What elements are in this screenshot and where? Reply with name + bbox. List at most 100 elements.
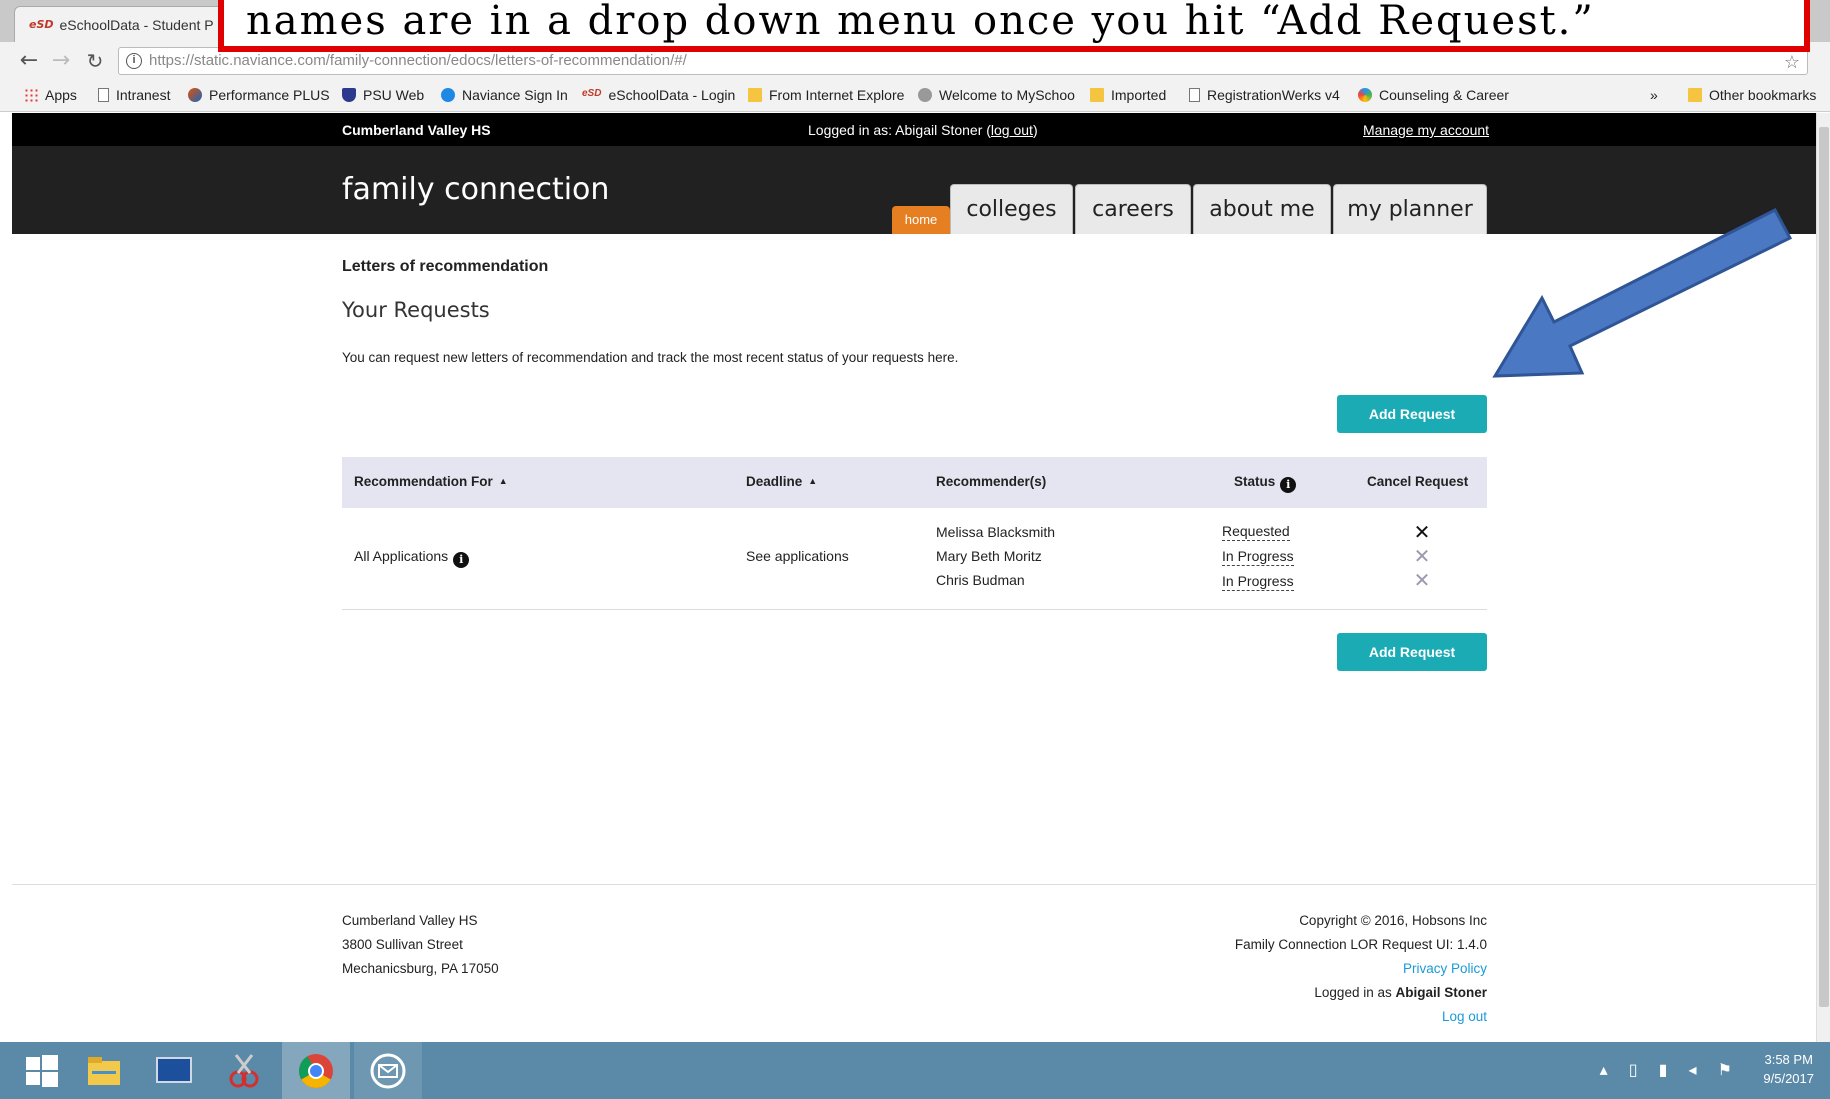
bookmark-label: Naviance Sign In [462,87,568,103]
site-info-icon[interactable]: i [126,53,142,69]
status-badge[interactable]: Requested [1222,523,1290,541]
bookmark-counseling-career[interactable]: Counseling & Career [1358,87,1509,103]
bookmark-label: Intranest [116,87,171,103]
shield-icon [342,88,356,102]
info-icon[interactable]: i [1280,477,1297,493]
footer-logged-user: Abigail Stoner [1395,985,1487,1000]
taskbar-clock[interactable]: 3:58 PM 9/5/2017 [1763,1050,1814,1088]
header-label: Status [1234,474,1276,489]
intro-text: You can request new letters of recommend… [342,350,959,365]
status-badge[interactable]: In Progress [1222,548,1294,566]
bookmark-label: PSU Web [363,87,425,103]
folder-icon [1688,88,1702,102]
bookmark-label: RegistrationWerks v4 [1207,87,1340,103]
annotation-arrow-icon [1492,207,1793,378]
desktop-icon[interactable] [154,1051,194,1091]
privacy-policy-link[interactable]: Privacy Policy [1403,961,1487,976]
add-request-button-bottom[interactable]: Add Request [1337,633,1487,671]
deadline-cell[interactable]: See applications [746,548,849,564]
reload-icon[interactable]: ↻ [82,48,108,74]
bookmarks-bar: Apps Intranest Performance PLUS PSU Web … [0,80,1830,112]
log-out-link[interactable]: log out [991,122,1033,138]
folder-icon [748,88,762,102]
bookmark-imported[interactable]: Imported [1090,87,1166,103]
bookmark-apps[interactable]: Apps [24,87,77,103]
swirl-icon [1358,88,1372,102]
bookmark-other[interactable]: Other bookmarks [1688,87,1816,103]
system-tray-icons[interactable]: ▴ ▯ ▮ ◂ ⚑ [1600,1060,1740,1079]
bookmark-label: Imported [1111,87,1167,103]
file-explorer-icon[interactable] [84,1051,124,1091]
copyright-text: Copyright © 2016, Hobsons Inc [1299,913,1487,928]
column-header-recommendation-for[interactable]: Recommendation For ▲ [354,474,508,489]
manage-account-link[interactable]: Manage my account [1363,122,1489,138]
tab-careers[interactable]: careers [1075,184,1191,234]
column-header-cancel-request: Cancel Request [1367,474,1469,489]
scrollbar-thumb[interactable] [1819,127,1829,1007]
esd-icon: eSD [582,88,602,99]
tab-about-me[interactable]: about me [1193,184,1331,234]
bookmark-label: Counseling & Career [1379,87,1509,103]
status-badge[interactable]: In Progress [1222,573,1294,591]
cancel-request-icon[interactable]: ✕ [1412,544,1432,568]
logged-in-suffix: ) [1032,122,1038,138]
recommendation-for-cell: All Applications i [354,548,470,568]
windows-taskbar: ▴ ▯ ▮ ◂ ⚑ 3:58 PM 9/5/2017 [0,1042,1830,1099]
cancel-request-icon[interactable]: ✕ [1412,568,1432,592]
add-request-button[interactable]: Add Request [1337,395,1487,433]
recommender-name: Mary Beth Moritz [936,548,1042,564]
footer-address-line: Cumberland Valley HS [342,913,478,928]
apps-grid-icon [24,88,38,102]
column-header-deadline[interactable]: Deadline ▲ [746,474,817,489]
bookmark-from-internet-explorer[interactable]: From Internet Explore [748,87,904,103]
bookmarks-overflow-button[interactable]: » [1650,87,1658,103]
footer-logout-link[interactable]: Log out [1442,1009,1487,1024]
tab-my-planner[interactable]: my planner [1333,184,1487,234]
chrome-icon[interactable] [296,1051,336,1091]
clock-date: 9/5/2017 [1763,1071,1814,1086]
bookmark-eschooldata-login[interactable]: eSD eSchoolData - Login [582,87,735,103]
bookmark-performance-plus[interactable]: Performance PLUS [188,87,330,103]
vertical-scrollbar[interactable] [1816,113,1830,1042]
page-icon [98,88,109,102]
bookmark-label: eSchoolData - Login [608,87,736,103]
cancel-request-icon[interactable]: ✕ [1412,520,1432,544]
sort-up-icon: ▲ [808,476,818,486]
gear-icon [918,88,932,102]
globe-icon [188,88,202,102]
breadcrumb: Letters of recommendation [342,258,549,275]
folder-icon [1090,88,1104,102]
naviance-icon [441,88,455,102]
bookmark-naviance-sign-in[interactable]: Naviance Sign In [441,87,568,103]
info-icon[interactable]: i [453,552,470,568]
column-header-recommenders: Recommender(s) [936,474,1047,489]
mail-icon[interactable] [368,1051,408,1091]
top-utility-bar: Cumberland Valley HS Logged in as: Abiga… [12,113,1816,146]
windows-start-icon[interactable] [22,1051,62,1091]
bookmark-label: Other bookmarks [1709,87,1817,103]
snipping-tool-icon[interactable] [224,1051,264,1091]
bookmark-star-icon[interactable]: ☆ [1784,52,1800,73]
forward-arrow-icon[interactable]: → [48,48,74,74]
version-text: Family Connection LOR Request UI: 1.4.0 [1234,937,1487,952]
url-text: https://static.naviance.com/family-conne… [149,52,687,69]
bookmark-registrationwerks[interactable]: RegistrationWerks v4 [1189,87,1340,103]
brand-logo[interactable]: family connection [342,172,609,207]
sort-up-icon: ▲ [498,476,508,486]
requests-table: Recommendation For ▲ Deadline ▲ Recommende… [342,457,1487,610]
clock-time: 3:58 PM [1764,1052,1813,1067]
bookmark-intranest[interactable]: Intranest [98,87,170,103]
recommender-name: Chris Budman [936,572,1025,588]
page-icon [1189,88,1200,102]
page-footer: Cumberland Valley HS 3800 Sullivan Stree… [12,884,1816,1042]
browser-tab-eschooldata[interactable]: eSD eSchoolData - Student P [14,6,224,42]
bookmark-welcome-myschool[interactable]: Welcome to MySchoo [918,87,1075,103]
bookmark-label: Welcome to MySchoo [939,87,1075,103]
bookmark-label: From Internet Explore [769,87,905,103]
tab-colleges[interactable]: colleges [950,184,1073,234]
tab-home[interactable]: home [892,206,950,234]
bookmark-psu-web[interactable]: PSU Web [342,87,424,103]
annotation-callout-text: names are in a drop down menu once you h… [246,0,1595,44]
back-arrow-icon[interactable]: ← [16,48,42,74]
annotation-callout: names are in a drop down menu once you h… [218,0,1810,52]
